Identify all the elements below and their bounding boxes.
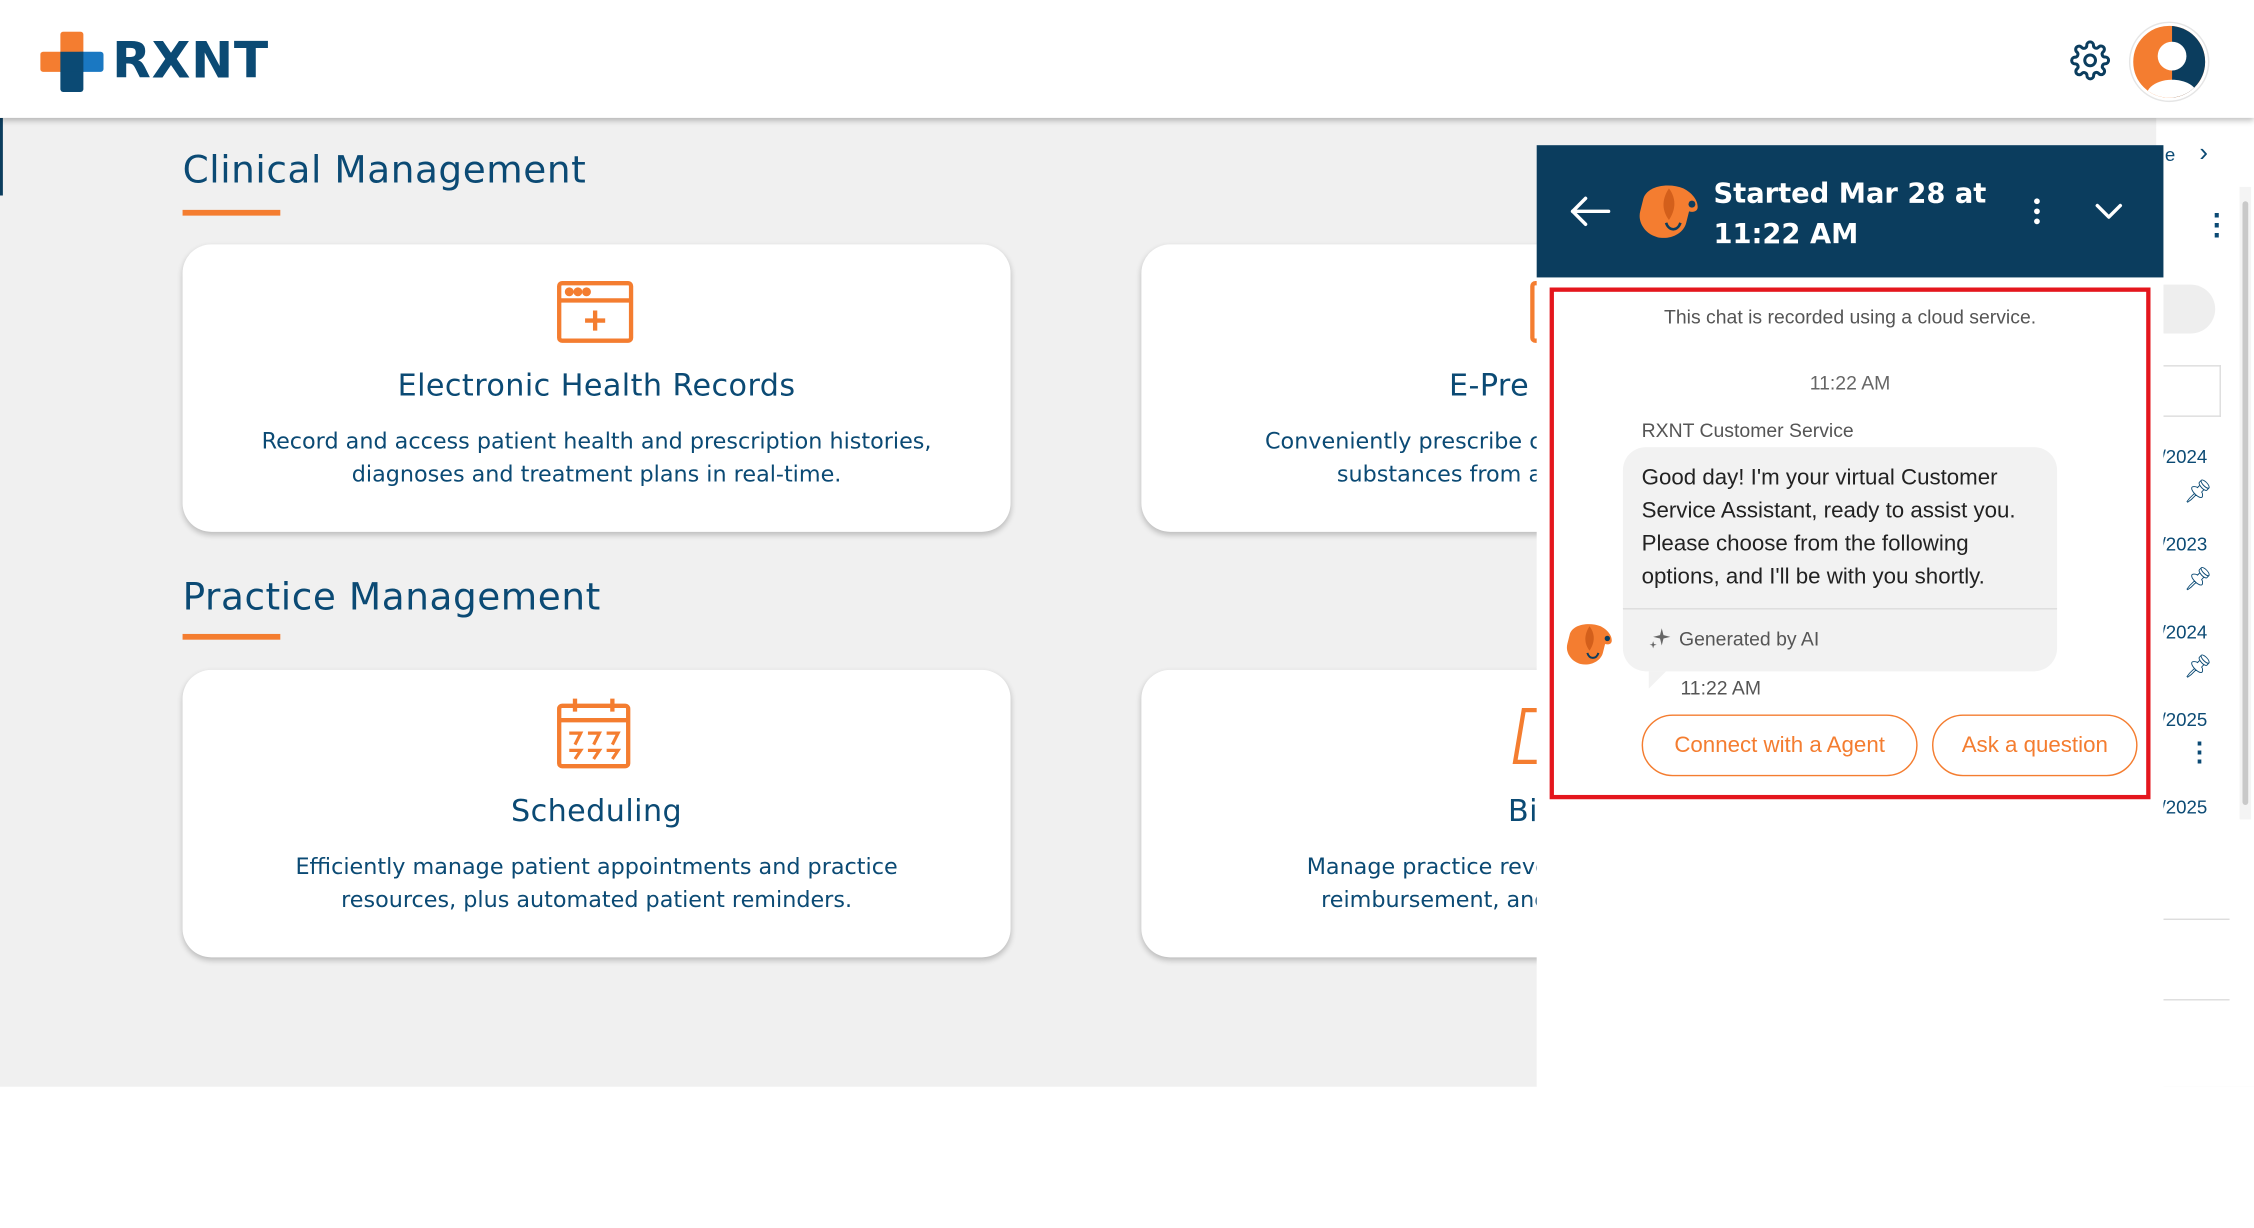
chevron-right-icon[interactable]: › bbox=[2199, 138, 2208, 168]
pin-icon[interactable]: 📌︎ bbox=[2184, 653, 2213, 682]
section-title-clinical: Clinical Management bbox=[182, 149, 587, 193]
chat-title: Started Mar 28 at 11:22 AM bbox=[1713, 178, 1987, 251]
bg-row-date: /2025 bbox=[2160, 708, 2208, 731]
ask-question-button[interactable]: Ask a question bbox=[1932, 714, 2138, 777]
connect-agent-button[interactable]: Connect with a Agent bbox=[1641, 714, 1918, 777]
gear-icon[interactable] bbox=[2070, 40, 2110, 81]
rxnt-logo[interactable]: RXNT bbox=[40, 31, 269, 92]
bubble-tail bbox=[1648, 671, 1667, 689]
dog-mascot-icon bbox=[1566, 624, 1612, 665]
card-description: Efficiently manage patient appointments … bbox=[295, 853, 898, 913]
sparkle-icon bbox=[1649, 628, 1671, 649]
ai-generated-label: Generated by AI bbox=[1679, 627, 1820, 650]
bg-input-box bbox=[2163, 365, 2221, 417]
pin-icon[interactable]: 📌︎ bbox=[2184, 477, 2213, 506]
kebab-menu-icon[interactable] bbox=[2023, 194, 2052, 229]
left-edge-line bbox=[0, 117, 3, 196]
ai-generated-tag: Generated by AI bbox=[1649, 627, 1819, 650]
recording-notice: This chat is recorded using a cloud serv… bbox=[1663, 306, 2037, 328]
kebab-menu-icon[interactable]: ⋮ bbox=[2202, 207, 2231, 243]
chevron-down-icon[interactable] bbox=[2092, 197, 2127, 226]
dog-mascot-icon bbox=[1639, 185, 1698, 238]
section-underline bbox=[182, 633, 281, 640]
card-title: Electronic Health Records bbox=[397, 368, 796, 403]
page: RXNT Clinical Management Electronic Heal… bbox=[0, 0, 2254, 1228]
bg-row-date: /2023 bbox=[2160, 533, 2208, 555]
pin-icon[interactable]: 📌︎ bbox=[2184, 565, 2213, 594]
section-title-practice: Practice Management bbox=[182, 576, 601, 620]
bot-message-bubble: Good day! I'm your virtual Customer Serv… bbox=[1622, 447, 2058, 672]
chat-panel: Started Mar 28 at 11:22 AM This chat is … bbox=[1536, 145, 2164, 1228]
sender-name: RXNT Customer Service bbox=[1641, 419, 1854, 442]
chat-header: Started Mar 28 at 11:22 AM bbox=[1536, 145, 2164, 278]
message-timestamp: 11:22 AM bbox=[1680, 677, 1762, 699]
scrollbar-thumb[interactable] bbox=[2242, 201, 2249, 805]
divider bbox=[2163, 918, 2230, 920]
back-arrow-icon[interactable] bbox=[1568, 194, 1611, 229]
card-title: Scheduling bbox=[510, 793, 683, 829]
top-bar: RXNT bbox=[0, 0, 2254, 118]
card-description: Record and access patient health and pre… bbox=[261, 428, 932, 488]
card-scheduling[interactable]: Scheduling Efficiently manage patient ap… bbox=[182, 669, 1011, 958]
user-avatar-icon[interactable] bbox=[2130, 23, 2208, 101]
logo-text: RXNT bbox=[112, 33, 269, 91]
divider bbox=[2163, 999, 2230, 1001]
bg-row-date: /2024 bbox=[2160, 445, 2208, 468]
bg-row-date: /2024 bbox=[2160, 621, 2208, 643]
ehr-browser-plus-icon bbox=[557, 281, 634, 343]
bg-list-header: e bbox=[2164, 143, 2176, 166]
card-electronic-health-records[interactable]: Electronic Health Records Record and acc… bbox=[182, 244, 1011, 532]
bg-search-pill bbox=[2163, 284, 2216, 334]
kebab-menu-icon[interactable]: ⋮ bbox=[2186, 737, 2212, 767]
conversation-timestamp: 11:22 AM bbox=[1809, 372, 1891, 394]
bot-message-text: Good day! I'm your virtual Customer Serv… bbox=[1641, 465, 2016, 590]
logo-cross-icon bbox=[40, 31, 104, 92]
calendar-icon bbox=[557, 698, 631, 769]
section-underline bbox=[182, 209, 281, 216]
bg-row-date: /2025 bbox=[2160, 796, 2208, 818]
bubble-divider bbox=[1622, 608, 2058, 610]
